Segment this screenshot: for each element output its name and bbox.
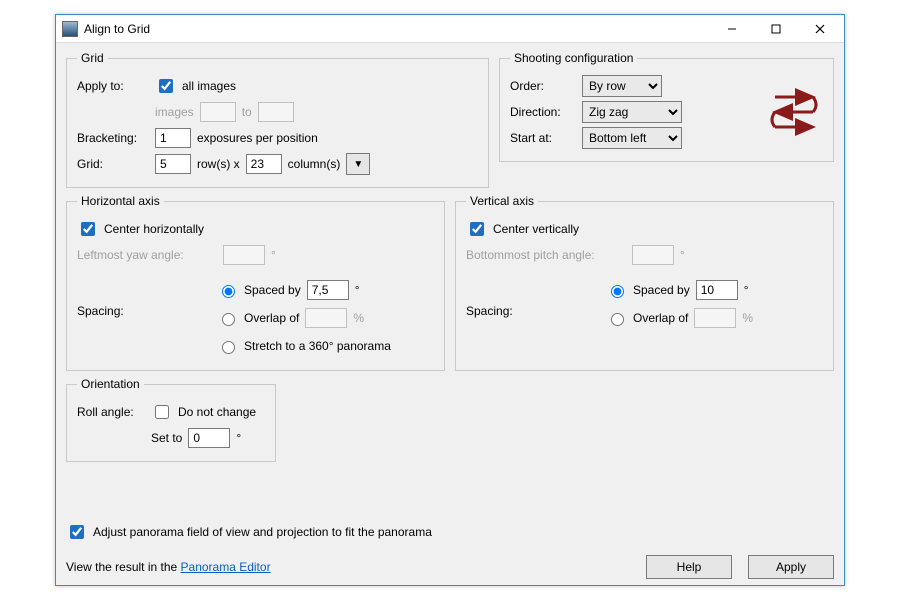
bracketing-suffix: exposures per position [197,131,318,145]
grid-group: Grid Apply to: all images images to Brac… [66,51,489,188]
do-not-change-checkbox[interactable] [155,405,169,419]
direction-select[interactable]: Zig zag [582,101,682,123]
images-to-input [258,102,294,122]
center-vertically-label: Center vertically [493,222,579,236]
to-label: to [242,105,252,119]
degree-symbol: ° [271,248,276,262]
set-to-label: Set to [151,431,182,445]
vertical-axis-group: Vertical axis Center vertically Bottommo… [455,194,834,371]
v-overlap-label: Overlap of [633,311,688,325]
grid-dropdown-button[interactable]: ▼ [346,153,370,175]
v-spacing-label: Spacing: [466,276,606,318]
center-horizontally-label: Center horizontally [104,222,204,236]
horizontal-axis-group: Horizontal axis Center horizontally Left… [66,194,445,371]
orientation-legend: Orientation [77,377,144,391]
v-spaced-by-radio[interactable] [611,285,624,298]
start-label: Start at: [510,131,576,145]
start-select[interactable]: Bottom left [582,127,682,149]
h-overlap-input [305,308,347,328]
degree-symbol: ° [744,283,749,297]
panorama-editor-link[interactable]: Panorama Editor [181,560,271,574]
shooting-config-group: Shooting configuration Order: By row Dir… [499,51,834,162]
h-spaced-by-radio[interactable] [222,285,235,298]
h-stretch-label: Stretch to a 360° panorama [244,339,391,353]
direction-label: Direction: [510,105,576,119]
haxis-legend: Horizontal axis [77,194,164,208]
titlebar: Align to Grid [56,15,844,43]
do-not-change-label: Do not change [178,405,256,419]
images-from-input [200,102,236,122]
order-label: Order: [510,79,576,93]
minimize-button[interactable] [710,16,754,42]
order-select[interactable]: By row [582,75,662,97]
leftmost-yaw-label: Leftmost yaw angle: [77,248,217,262]
cols-input[interactable] [246,154,282,174]
bracketing-label: Bracketing: [77,131,149,145]
v-overlap-radio[interactable] [611,313,624,326]
h-spaced-by-input[interactable] [307,280,349,300]
grid-label: Grid: [77,157,149,171]
zigzag-arrows-icon [769,87,821,137]
help-button[interactable]: Help [646,555,732,579]
all-images-checkbox[interactable] [159,79,173,93]
bracketing-input[interactable] [155,128,191,148]
degree-symbol: ° [236,431,241,445]
rows-input[interactable] [155,154,191,174]
grid-legend: Grid [77,51,108,65]
adjust-fov-checkbox[interactable] [70,525,84,539]
maximize-button[interactable] [754,16,798,42]
bottommost-pitch-input [632,245,674,265]
v-spaced-by-label: Spaced by [633,283,690,297]
app-icon [62,21,78,37]
shooting-legend: Shooting configuration [510,51,637,65]
percent-symbol: % [742,311,753,325]
degree-symbol: ° [680,248,685,262]
cols-label: column(s) [288,157,341,171]
leftmost-yaw-input [223,245,265,265]
degree-symbol: ° [355,283,360,297]
center-vertically-checkbox[interactable] [470,222,484,236]
apply-button[interactable]: Apply [748,555,834,579]
rows-x-label: row(s) x [197,157,240,171]
v-spaced-by-input[interactable] [696,280,738,300]
h-spaced-by-label: Spaced by [244,283,301,297]
h-overlap-label: Overlap of [244,311,299,325]
view-result-text: View the result in the Panorama Editor [66,560,271,574]
adjust-fov-label: Adjust panorama field of view and projec… [93,525,432,539]
v-overlap-input [694,308,736,328]
images-label: images [155,105,194,119]
bottommost-pitch-label: Bottommost pitch angle: [466,248,626,262]
center-horizontally-checkbox[interactable] [81,222,95,236]
close-button[interactable] [798,16,842,42]
h-overlap-radio[interactable] [222,313,235,326]
percent-symbol: % [353,311,364,325]
apply-to-label: Apply to: [77,79,149,93]
h-spacing-label: Spacing: [77,276,217,318]
vaxis-legend: Vertical axis [466,194,538,208]
view-result-prefix: View the result in the [66,560,181,574]
h-stretch-radio[interactable] [222,341,235,354]
orientation-group: Orientation Roll angle: Do not change Se… [66,377,276,462]
roll-angle-input[interactable] [188,428,230,448]
all-images-label: all images [182,79,236,93]
roll-angle-label: Roll angle: [77,405,145,419]
window-title: Align to Grid [84,22,150,36]
